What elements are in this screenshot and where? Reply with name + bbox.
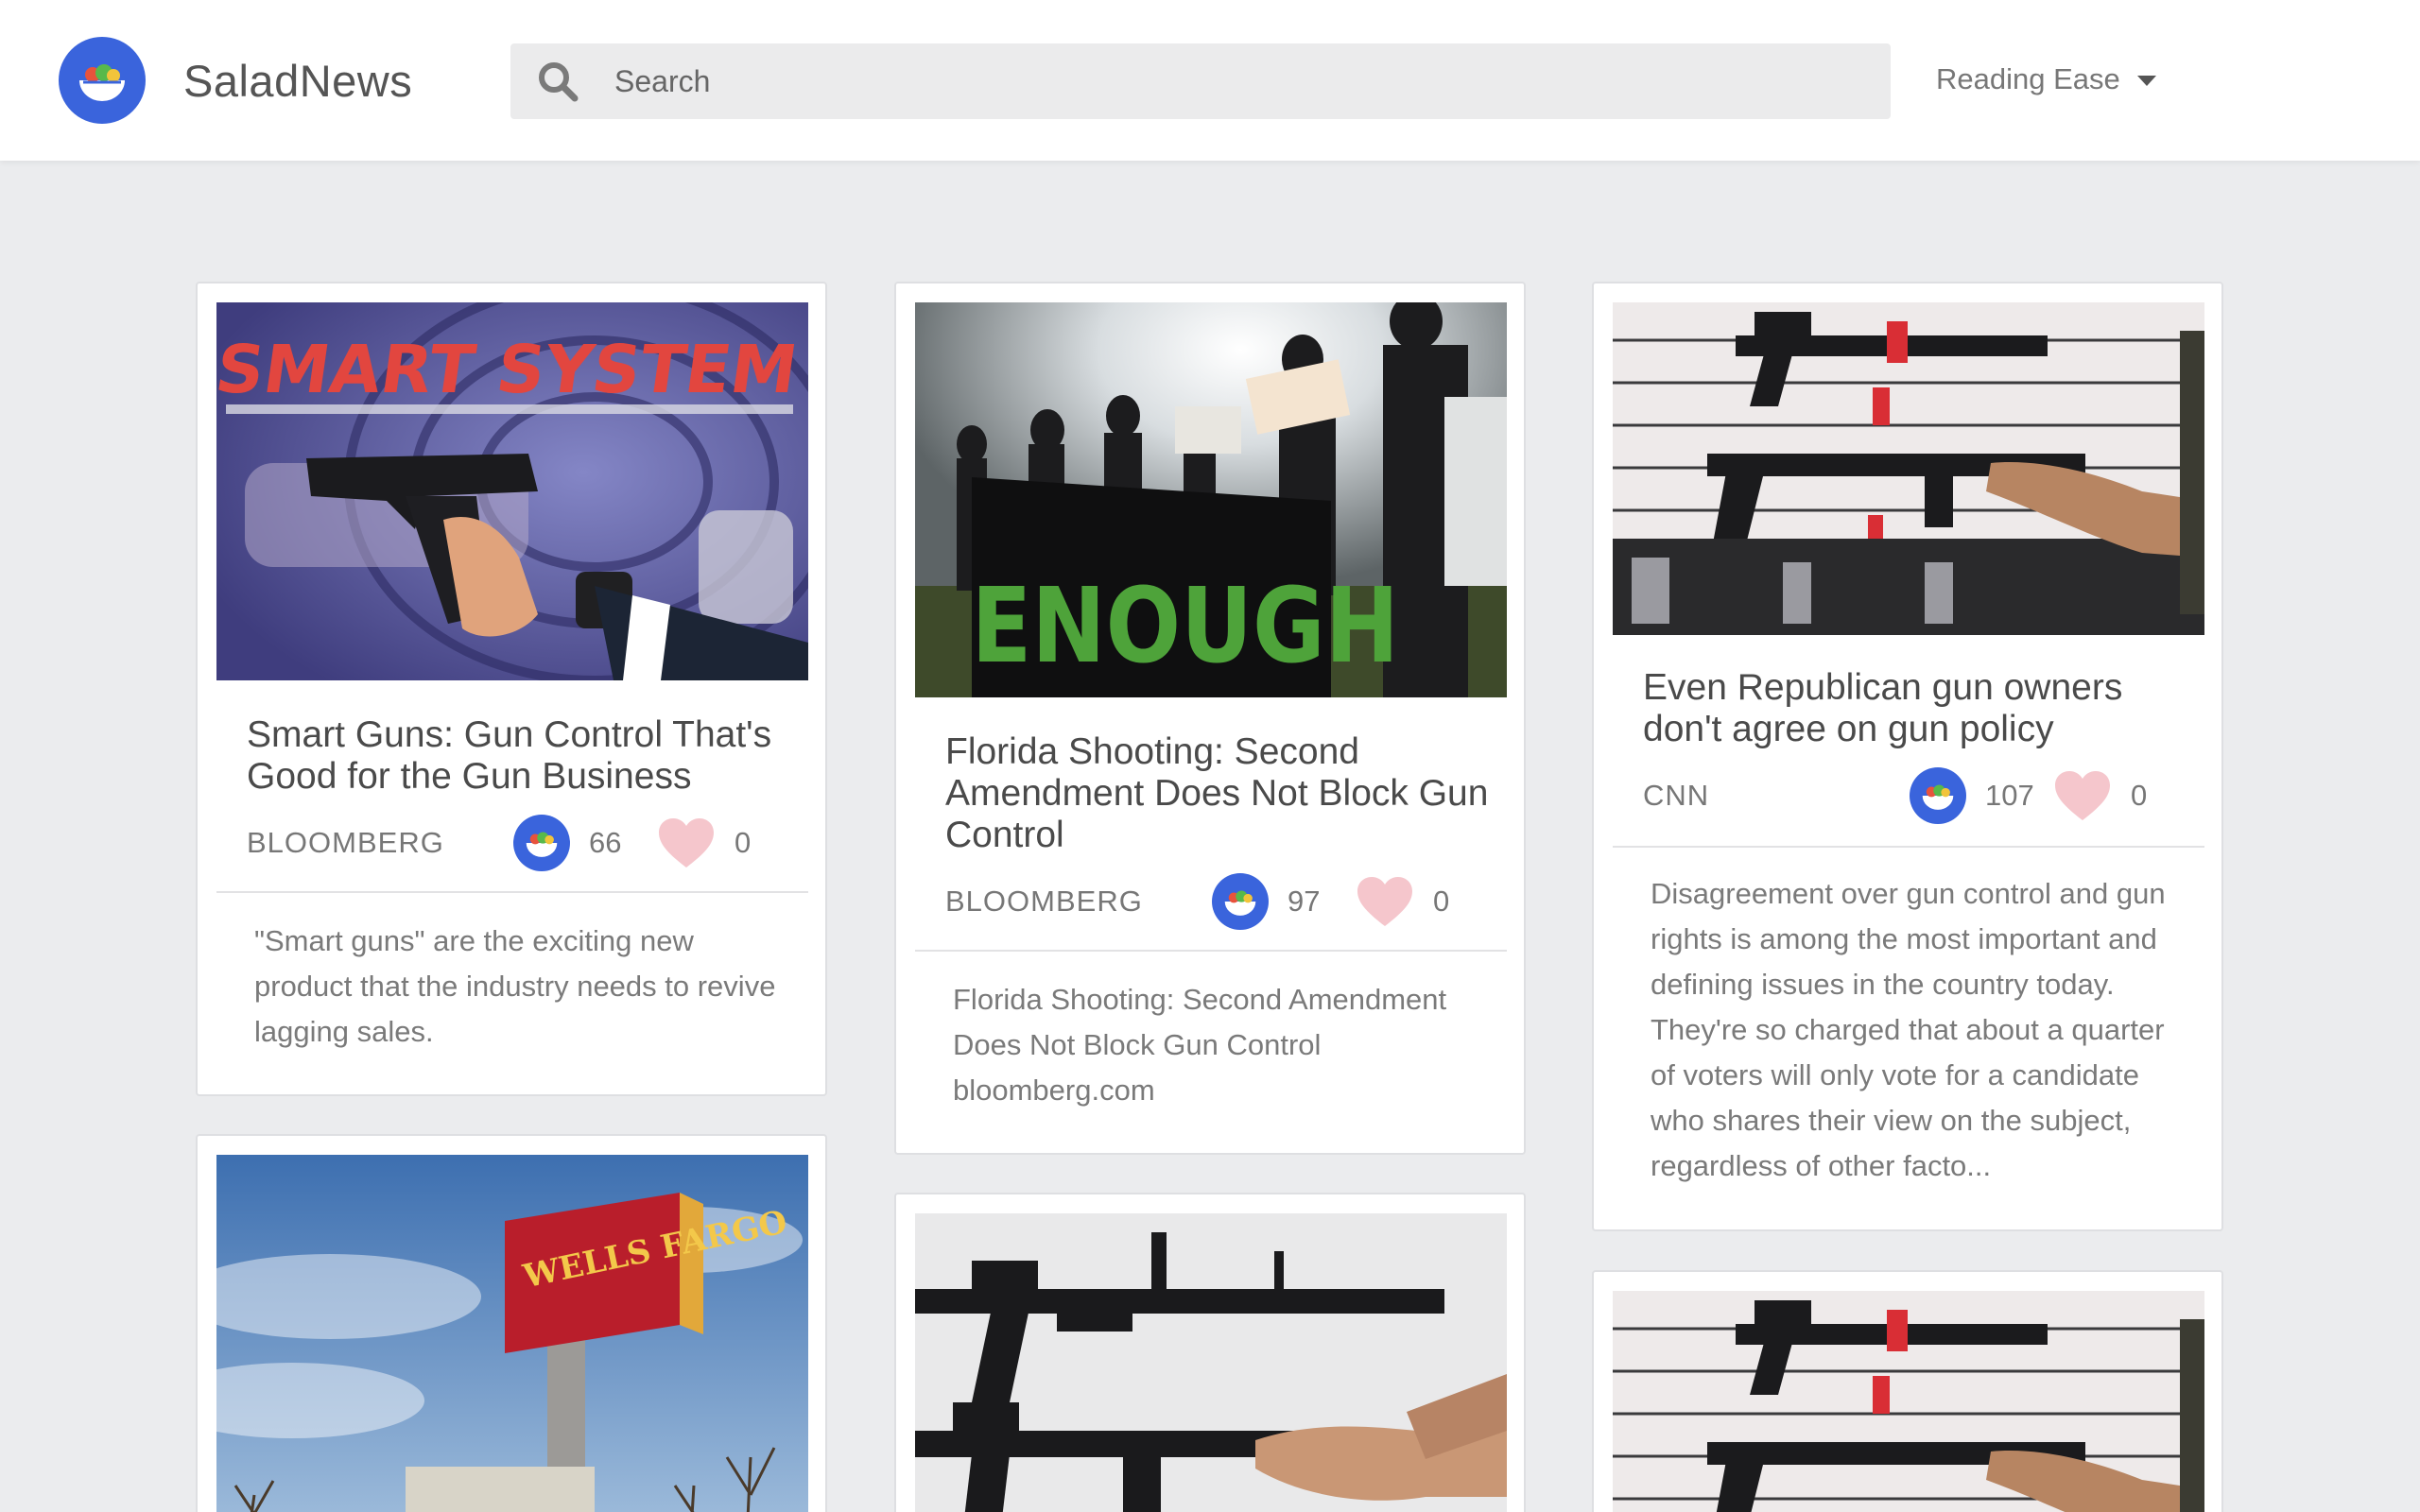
divider (1613, 846, 2204, 848)
article-image[interactable] (915, 1213, 1507, 1512)
article-source: CNN (1643, 779, 1710, 812)
search-bar[interactable] (510, 43, 1891, 119)
article-source: BLOOMBERG (945, 885, 1143, 918)
article-excerpt: Florida Shooting: Second Amendment Does … (953, 983, 1447, 1107)
like-count: 0 (2131, 779, 2148, 812)
article-title[interactable]: Smart Guns: Gun Control That's Good for … (247, 714, 795, 798)
article-card[interactable]: ENOUGH Florida Shooting: Second Amendmen… (894, 282, 1526, 1155)
article-card[interactable]: WELLS FARGO (196, 1134, 827, 1512)
top-bar: SaladNews Reading Ease (0, 0, 2420, 161)
article-meta: CNN 107 0 (1643, 767, 2193, 824)
article-meta: BLOOMBERG 66 0 (247, 815, 797, 871)
article-title[interactable]: Even Republican gun owners don't agree o… (1643, 667, 2191, 750)
saladnews-logo-icon[interactable] (59, 37, 146, 124)
article-source: BLOOMBERG (247, 826, 444, 859)
divider (216, 891, 808, 893)
heart-icon[interactable] (657, 816, 716, 869)
heart-icon[interactable] (1356, 875, 1414, 928)
salad-score-count: 97 (1288, 885, 1321, 918)
article-image[interactable]: ENOUGH (915, 302, 1507, 697)
article-meta: BLOOMBERG 97 0 (945, 873, 1495, 930)
article-image[interactable] (1613, 1291, 2204, 1512)
article-card[interactable]: Even Republican gun owners don't agree o… (1592, 282, 2223, 1231)
salad-score-count: 66 (589, 826, 622, 859)
salad-score-icon (1212, 873, 1269, 930)
sort-label: Reading Ease (1936, 62, 2120, 95)
heart-icon[interactable] (2053, 769, 2112, 822)
article-card[interactable] (1592, 1270, 2223, 1512)
sort-dropdown[interactable]: Reading Ease (1936, 62, 2156, 96)
banner-text: SMART SYSTEM (216, 331, 802, 408)
article-card[interactable] (894, 1193, 1526, 1512)
divider (915, 950, 1507, 952)
article-image[interactable]: WELLS FARGO (216, 1155, 808, 1512)
like-count: 0 (735, 826, 752, 859)
like-count: 0 (1433, 885, 1450, 918)
article-title[interactable]: Florida Shooting: Second Amendment Does … (945, 731, 1494, 856)
salad-score-icon (1910, 767, 1966, 824)
article-card[interactable]: SMART SYSTEM Smart Guns: Gun Control Tha… (196, 282, 827, 1096)
brand-name[interactable]: SaladNews (183, 55, 412, 107)
salad-score-icon (513, 815, 570, 871)
caret-down-icon (2136, 75, 2156, 86)
article-excerpt: Disagreement over gun control and gun ri… (1651, 877, 2166, 1182)
banner-text: ENOUGH (972, 566, 1400, 687)
search-input[interactable] (614, 43, 1862, 119)
salad-score-count: 107 (1985, 779, 2034, 812)
search-icon[interactable] (535, 59, 580, 104)
article-image[interactable]: SMART SYSTEM (216, 302, 808, 680)
article-image[interactable] (1613, 302, 2204, 635)
article-excerpt: "Smart guns" are the exciting new produc… (254, 924, 776, 1048)
